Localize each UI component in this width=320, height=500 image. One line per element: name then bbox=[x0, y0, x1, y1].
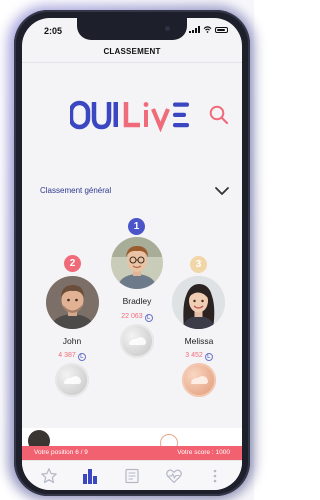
position-bar: Votre position 6 / 9 Votre score : 1000 bbox=[22, 446, 242, 460]
avatar[interactable] bbox=[111, 237, 163, 289]
bronze-medal-icon bbox=[182, 363, 216, 397]
nav-divider bbox=[22, 62, 242, 63]
podium-name: John bbox=[62, 336, 82, 346]
tab-health[interactable] bbox=[163, 465, 185, 487]
avatar-photo-john bbox=[46, 276, 99, 329]
score-value: 3 452 bbox=[185, 352, 203, 359]
signal-icon bbox=[189, 26, 200, 33]
rank-badge-2: 2 bbox=[64, 255, 81, 272]
coin-icon: L bbox=[204, 353, 213, 361]
ranking-selector[interactable]: Classement général bbox=[40, 184, 230, 202]
podium-score: 22 063 L bbox=[102, 313, 172, 322]
rank-badge-3: 3 bbox=[190, 256, 207, 273]
ranking-list-row[interactable] bbox=[22, 428, 242, 452]
notch bbox=[77, 18, 187, 40]
search-icon[interactable] bbox=[208, 104, 230, 126]
silver-medal-icon bbox=[55, 363, 89, 397]
status-icons bbox=[189, 26, 228, 33]
ranking-label: Classement général bbox=[40, 186, 112, 195]
user-score: Votre score : 1000 bbox=[177, 449, 230, 456]
score-value: 4 387 bbox=[58, 352, 76, 359]
rank-badge-1: 1 bbox=[128, 218, 145, 235]
avatar[interactable] bbox=[172, 276, 225, 329]
score-value: 22 063 bbox=[121, 313, 143, 320]
avatar-photo-bradley bbox=[111, 237, 163, 289]
wifi-icon bbox=[203, 26, 212, 33]
user-position: Votre position 6 / 9 bbox=[34, 449, 88, 456]
tab-ranking[interactable] bbox=[79, 465, 101, 487]
battery-icon bbox=[215, 26, 228, 33]
chevron-down-icon bbox=[215, 187, 229, 195]
coin-icon: L bbox=[77, 353, 86, 361]
podium-name: Melissa bbox=[184, 336, 214, 346]
more-vertical-icon bbox=[213, 469, 217, 482]
podium-score: 4 387 L bbox=[37, 352, 107, 361]
bar-chart-icon bbox=[83, 468, 98, 484]
star-icon bbox=[40, 467, 57, 483]
page: 2:05 CLASSEMENT Classement général 1 Bra… bbox=[0, 0, 254, 500]
app-screen: 2:05 CLASSEMENT Classement général 1 Bra… bbox=[22, 18, 242, 490]
podium-score: 3 452 L bbox=[164, 352, 234, 361]
document-icon bbox=[125, 468, 139, 483]
podium-name: Bradley bbox=[122, 296, 152, 306]
heart-pulse-icon bbox=[165, 469, 182, 483]
avatar-photo-melissa bbox=[172, 276, 225, 329]
tab-more[interactable] bbox=[204, 465, 226, 487]
brand-logo bbox=[70, 100, 189, 132]
status-time: 2:05 bbox=[44, 26, 63, 36]
tab-news[interactable] bbox=[121, 465, 143, 487]
avatar[interactable] bbox=[46, 276, 99, 329]
page-title: CLASSEMENT bbox=[103, 47, 161, 56]
tab-favorites[interactable] bbox=[38, 465, 60, 487]
silver-medal-icon bbox=[120, 324, 154, 358]
tab-bar bbox=[22, 460, 242, 490]
coin-icon: L bbox=[144, 314, 153, 322]
